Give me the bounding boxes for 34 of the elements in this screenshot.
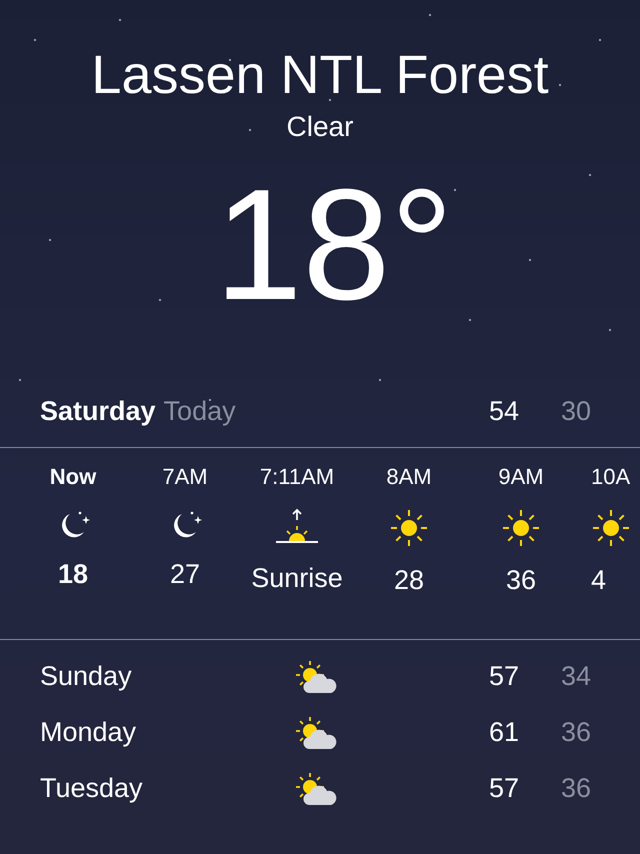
high-temperature: 57 [488, 660, 520, 693]
low-temperature: 36 [560, 772, 592, 805]
high-temperature: 57 [488, 772, 520, 805]
low-temperature: 34 [560, 660, 592, 693]
hour-label: 10A [591, 464, 630, 490]
sun-cloud-icon [295, 772, 339, 807]
hour-temperature: 36 [506, 564, 536, 597]
hour-label: 7AM [162, 464, 208, 490]
today-label: Today [164, 395, 237, 428]
sun-icon [591, 508, 631, 548]
hour-temperature: 27 [170, 558, 200, 591]
sun-cloud-icon [295, 660, 339, 695]
high-temperature: 54 [488, 395, 520, 428]
hour-temperature: 4 [591, 564, 606, 597]
day-label: Tuesday [40, 772, 143, 803]
hour-label: 8AM [386, 464, 432, 490]
hour-label: 7:11AM [260, 464, 334, 490]
day-label: Saturday [40, 395, 156, 428]
sun-icon [501, 508, 541, 548]
sun-cloud-icon [295, 716, 339, 751]
hour-label: 9AM [498, 464, 544, 490]
hour-temperature: 28 [394, 564, 424, 597]
low-temperature: 30 [560, 395, 592, 428]
sun-icon [389, 508, 429, 548]
current-temperature: 18° [214, 166, 454, 324]
day-label: Sunday [40, 660, 132, 691]
condition-label: Clear [286, 112, 354, 143]
day-label: Monday [40, 716, 136, 747]
hour-temperature: Sunrise [251, 562, 343, 595]
high-temperature: 61 [488, 716, 520, 749]
hour-temperature: 18 [58, 558, 88, 591]
hour-label: Now [50, 464, 96, 490]
location-title: Lassen NTL Forest [91, 44, 549, 102]
low-temperature: 36 [560, 716, 592, 749]
